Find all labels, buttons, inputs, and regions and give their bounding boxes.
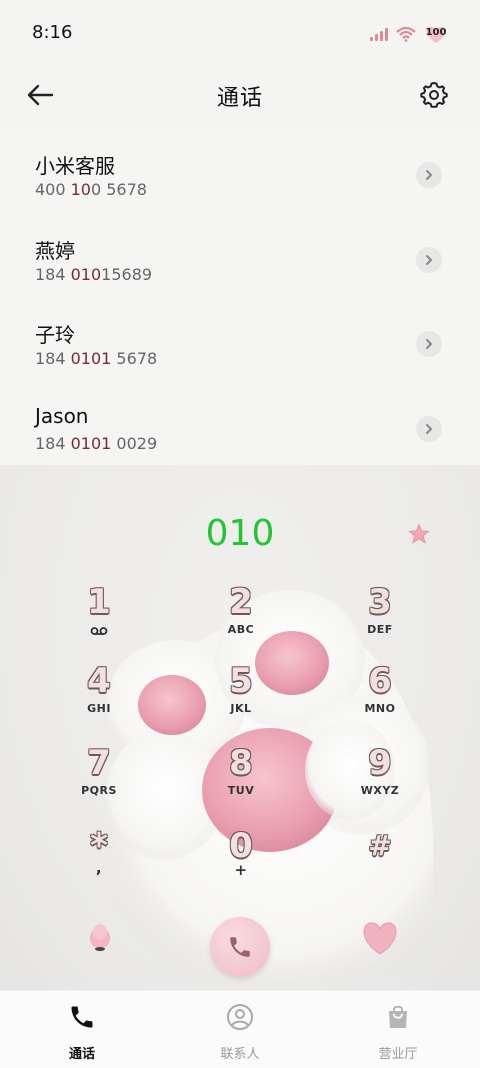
contact-name: 小米客服	[35, 154, 115, 178]
wifi-icon	[396, 26, 416, 42]
contact-number: 184 0101 0029	[35, 434, 158, 453]
hide-keypad-icon[interactable]	[86, 920, 114, 952]
details-chevron-icon[interactable]	[416, 247, 442, 273]
tab-calls[interactable]: 通话	[32, 1003, 132, 1062]
details-chevron-icon[interactable]	[416, 416, 442, 442]
details-chevron-icon[interactable]	[416, 162, 442, 188]
dial-key-9[interactable]: 9 WXYZ	[325, 744, 435, 814]
battery-level: 100	[425, 27, 447, 38]
status-bar: 8:16 100	[0, 0, 480, 68]
call-log-item[interactable]: Jason 184 0101 0029	[0, 386, 480, 470]
dial-key-0[interactable]: 0 +	[186, 827, 296, 897]
call-log-item[interactable]: 子玲 184 0101 5678	[0, 301, 480, 385]
header: 通话	[0, 70, 480, 120]
call-log-list: 小米客服 400 100 5678 燕婷 184 01015689 子玲 184…	[0, 132, 480, 462]
voicemail-icon	[90, 627, 108, 635]
dial-key-hash[interactable]: #	[325, 827, 435, 897]
dial-key-star[interactable]: * ,	[44, 827, 154, 897]
tab-label: 联系人	[220, 1047, 260, 1062]
delete-heart-icon[interactable]	[360, 920, 400, 956]
dial-key-4[interactable]: 4 GHI	[44, 662, 154, 732]
call-log-item[interactable]: 燕婷 184 01015689	[0, 217, 480, 301]
dial-key-7[interactable]: 7 PQRS	[44, 744, 154, 814]
phone-icon	[230, 937, 250, 957]
bottom-tab-bar: 通话 联系人 营业厅	[0, 990, 480, 1068]
contact-name: 子玲	[35, 323, 75, 347]
gear-icon[interactable]	[420, 80, 448, 108]
tab-store[interactable]: 营业厅	[348, 1003, 448, 1062]
status-icons: 100	[370, 24, 448, 44]
battery-icon: 100	[424, 24, 448, 44]
contact-number: 400 100 5678	[35, 180, 147, 199]
details-chevron-icon[interactable]	[416, 331, 442, 357]
phone-icon	[71, 1006, 93, 1028]
status-time: 8:16	[32, 22, 73, 43]
dialpad-area: 010 1 2 ABC 3 DEF 4 GHI 5 JKL 6 MNO 7 PQ…	[0, 465, 480, 990]
dial-key-6[interactable]: 6 MNO	[325, 662, 435, 732]
contact-number: 184 01015689	[35, 265, 153, 284]
dial-key-2[interactable]: 2 ABC	[186, 583, 296, 653]
call-button[interactable]	[210, 917, 270, 977]
dial-key-3[interactable]: 3 DEF	[325, 583, 435, 653]
dial-key-8[interactable]: 8 TUV	[186, 744, 296, 814]
signal-icon	[370, 27, 388, 41]
store-bag-icon	[389, 1005, 407, 1028]
tab-label: 通话	[68, 1047, 95, 1062]
tab-contacts[interactable]: 联系人	[190, 1003, 290, 1062]
call-log-item[interactable]: 小米客服 400 100 5678	[0, 132, 480, 216]
contact-name: 燕婷	[35, 239, 75, 263]
contact-number: 184 0101 5678	[35, 349, 158, 368]
favorite-star-icon[interactable]	[408, 523, 430, 545]
contact-name: Jason	[35, 404, 89, 428]
contact-icon	[227, 1004, 253, 1030]
dial-key-5[interactable]: 5 JKL	[186, 662, 296, 732]
dial-key-1[interactable]: 1	[44, 583, 154, 653]
tab-label: 营业厅	[378, 1047, 418, 1062]
page-title: 通话	[216, 86, 263, 111]
